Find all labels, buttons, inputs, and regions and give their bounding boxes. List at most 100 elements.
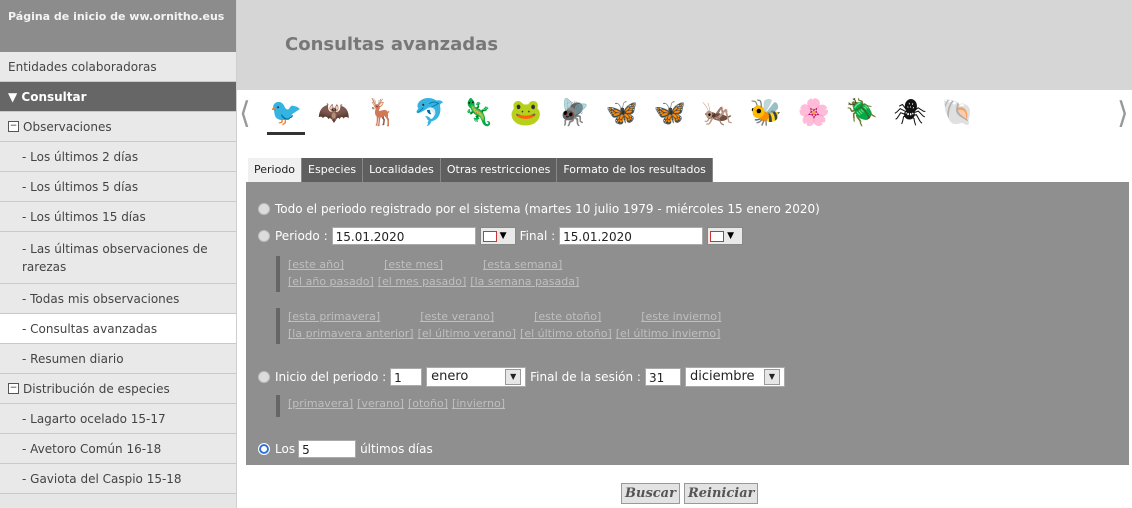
period-link[interactable]: [el mes pasado] — [378, 275, 467, 288]
period-link[interactable]: [verano] — [357, 397, 404, 410]
sidebar-item[interactable]: − Distribución de especies — [0, 374, 236, 404]
frog-icon[interactable]: 🐸 — [507, 94, 545, 132]
end-calendar-icon[interactable]: ▼ — [707, 227, 744, 245]
season-start-day-input[interactable]: 1 — [390, 368, 423, 386]
bee-icon[interactable]: 🐝 — [747, 94, 785, 132]
season-end-label: Final de la sesión : — [530, 370, 641, 384]
deer-icon[interactable]: 🦌 — [363, 94, 401, 132]
period-link[interactable]: [el último invierno] — [616, 327, 721, 340]
sidebar-item-label: Observaciones — [23, 119, 112, 134]
sidebar-item-label: - Los últimos 2 días — [22, 149, 139, 164]
scroll-left-icon[interactable]: ⟨ — [239, 96, 251, 131]
season-radio[interactable] — [258, 371, 270, 383]
season-end-month-select[interactable]: diciembre ▼ — [684, 367, 785, 387]
sidebar-item[interactable]: - Gaviota del Caspio 15-18 — [0, 464, 236, 494]
taxa-selector: ⟨ 🐦 🦇 🦌 🐬 🦎 🐸 🪰 🦋 🦋 🦗 🐝 🌸 🪲 🕷 🐚 ⟩ — [237, 90, 1132, 135]
butterfly-icon[interactable]: 🦋 — [603, 94, 641, 132]
season-start-month-select[interactable]: enero ▼ — [426, 367, 527, 387]
bat-icon[interactable]: 🦇 — [315, 94, 353, 132]
sidebar-item[interactable]: - Las últimas observaciones de rarezas — [0, 232, 236, 284]
last-days-radio[interactable] — [258, 443, 270, 455]
page-header: Consultas avanzadas — [237, 0, 1132, 90]
spider-icon[interactable]: 🕷 — [891, 94, 929, 132]
sidebar: Página de inicio de ww.ornitho.eus Entid… — [0, 0, 237, 508]
period-radio[interactable] — [258, 230, 270, 242]
sidebar-item-label: ▼ Consultar — [8, 89, 87, 104]
collapse-icon[interactable]: − — [8, 383, 19, 394]
sidebar-item[interactable]: Entidades colaboradoras — [0, 52, 236, 82]
period-link[interactable]: [este verano] — [420, 310, 494, 323]
tab-periodo[interactable]: Periodo — [248, 158, 303, 182]
season-name-links: [primavera] [verano] [otoño] [invierno] — [276, 395, 509, 417]
sidebar-item-label: - Todas mis observaciones — [22, 291, 180, 306]
search-button[interactable]: Buscar — [621, 483, 680, 504]
collapse-icon[interactable]: − — [8, 121, 19, 132]
season-end-day-input[interactable]: 31 — [644, 368, 681, 386]
reset-button[interactable]: Reiniciar — [683, 483, 759, 504]
sidebar-item[interactable]: - Lagarto ocelado 15-17 — [0, 404, 236, 434]
scroll-right-icon[interactable]: ⟩ — [1117, 96, 1129, 131]
period-link[interactable]: [el último verano] — [418, 327, 516, 340]
chevron-down-icon: ▼ — [763, 369, 780, 385]
tab-formato-de-los-resultados[interactable]: Formato de los resultados — [557, 158, 713, 182]
sidebar-item[interactable]: ▼ Consultar — [0, 82, 236, 112]
period-link[interactable]: [invierno] — [452, 397, 505, 410]
moth-icon[interactable]: 🦋 — [651, 94, 689, 132]
sidebar-item[interactable]: − Observaciones — [0, 112, 236, 142]
tab-otras-restricciones[interactable]: Otras restricciones — [440, 158, 558, 182]
last-days-input[interactable]: 5 — [298, 440, 357, 458]
end-date-input[interactable]: 15.01.2020 — [559, 227, 704, 245]
tab-especies[interactable]: Especies — [302, 158, 364, 182]
period-link[interactable]: [este otoño] — [534, 310, 601, 323]
period-link[interactable]: [primavera] — [288, 397, 353, 410]
start-calendar-icon[interactable]: ▼ — [479, 227, 516, 245]
period-link[interactable]: [la primavera anterior] — [288, 327, 414, 340]
last-days-prefix: Los — [275, 442, 296, 456]
sidebar-item-label: - Avetoro Común 16-18 — [22, 441, 162, 456]
all-period-label: Todo el periodo registrado por el sistem… — [275, 202, 820, 216]
period-link[interactable]: [esta semana] — [483, 258, 562, 271]
period-link[interactable]: [el último otoño] — [520, 327, 612, 340]
period-link[interactable]: [este mes] — [384, 258, 443, 271]
action-buttons: Buscar Reiniciar — [621, 483, 759, 504]
sidebar-item[interactable]: - Los últimos 15 días — [0, 202, 236, 232]
bird-icon[interactable]: 🐦 — [267, 94, 305, 135]
sidebar-item[interactable]: - Consultas avanzadas — [0, 314, 236, 344]
period-link[interactable]: [la semana pasada] — [470, 275, 579, 288]
quick-period-links: [este año] [este mes] [esta semana] [el añ… — [276, 256, 602, 292]
sidebar-menu: Entidades colaboradoras ▼ Consultar − Obser… — [0, 52, 236, 494]
dragonfly-icon[interactable]: 🪰 — [555, 94, 593, 132]
sidebar-item-label: - Resumen diario — [22, 351, 124, 366]
sidebar-item[interactable]: - Resumen diario — [0, 344, 236, 374]
period-link[interactable]: [este año] — [288, 258, 344, 271]
sidebar-item[interactable]: - Los últimos 2 días — [0, 142, 236, 172]
period-link[interactable]: [el año pasado] — [288, 275, 374, 288]
period-label: Periodo : — [275, 229, 328, 243]
dolphin-icon[interactable]: 🐬 — [411, 94, 449, 132]
period-link[interactable]: [este invierno] — [641, 310, 721, 323]
sidebar-item[interactable]: - Avetoro Común 16-18 — [0, 434, 236, 464]
orchid-icon[interactable]: 🌸 — [795, 94, 833, 132]
period-link[interactable]: [esta primavera] — [288, 310, 380, 323]
home-link[interactable]: Página de inicio de ww.ornitho.eus — [0, 0, 236, 52]
page-title: Consultas avanzadas — [285, 34, 499, 55]
last-days-row: Los 5 últimos días — [258, 440, 433, 458]
sidebar-item[interactable]: - Todas mis observaciones — [0, 284, 236, 314]
sidebar-item[interactable]: - Los últimos 5 días — [0, 172, 236, 202]
query-tabs: Periodo Especies Localidades Otras restricc… — [248, 158, 713, 182]
all-period-row: Todo el periodo registrado por el sistem… — [258, 202, 820, 216]
season-start-label: Inicio del periodo : — [275, 370, 387, 384]
beetle-icon[interactable]: 🪲 — [843, 94, 881, 132]
lizard-icon[interactable]: 🦎 — [459, 94, 497, 132]
shell-icon[interactable]: 🐚 — [939, 94, 977, 132]
all-period-radio[interactable] — [258, 203, 270, 215]
grasshopper-icon[interactable]: 🦗 — [699, 94, 737, 132]
period-panel: Todo el periodo registrado por el sistem… — [246, 182, 1129, 465]
sidebar-item-label: - Los últimos 15 días — [22, 209, 146, 224]
season-row: Inicio del periodo : 1 enero ▼ Final de … — [258, 367, 785, 387]
season-end-month-value: diciembre — [689, 369, 755, 384]
tab-localidades[interactable]: Localidades — [363, 158, 441, 182]
period-link[interactable]: [otoño] — [408, 397, 448, 410]
season-start-month-value: enero — [431, 369, 469, 384]
start-date-input[interactable]: 15.01.2020 — [331, 227, 476, 245]
